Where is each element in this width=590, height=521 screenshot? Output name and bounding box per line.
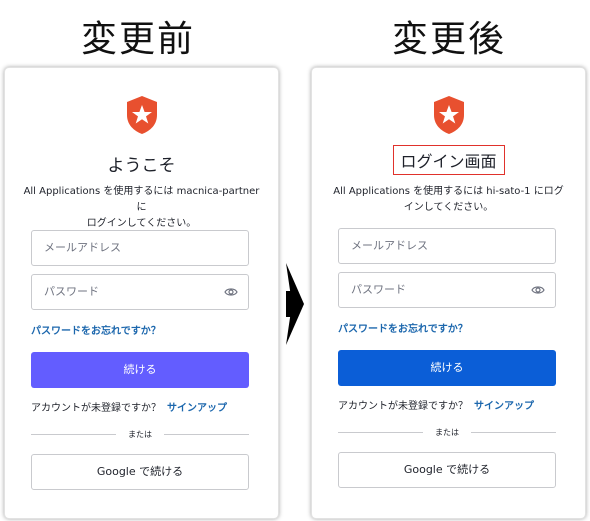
email-field[interactable]: メールアドレス <box>31 230 249 266</box>
heading-after: 変更後 <box>391 19 506 60</box>
divider-text: または <box>128 429 152 439</box>
divider-text: または <box>435 427 459 437</box>
description-line-1: All Applications を使用するには macnica-partner… <box>23 186 260 213</box>
heading-before: 変更前 <box>80 19 195 60</box>
right-arrow-icon <box>286 263 304 345</box>
divider-line-right <box>164 433 249 435</box>
signup-row: アカウントが未登録ですか？ サインアップ <box>31 399 227 414</box>
email-field[interactable]: メールアドレス <box>338 228 556 264</box>
login-panel-after: ログイン画面 All Applications を使用するには hi-sato-… <box>311 67 586 519</box>
no-account-text: アカウントが未登録ですか？ <box>31 403 161 414</box>
password-field[interactable]: パスワード <box>31 274 249 310</box>
divider-line-left <box>338 431 423 433</box>
divider-line-right <box>471 431 556 433</box>
no-account-text: アカウントが未登録ですか？ <box>338 401 468 412</box>
password-placeholder: パスワード <box>44 285 99 298</box>
divider: または <box>338 425 556 439</box>
password-placeholder: パスワード <box>351 283 406 296</box>
divider-line-left <box>31 433 116 435</box>
forgot-password-link[interactable]: パスワードをお忘れですか？ <box>338 320 468 335</box>
description-line-2: インしてください。 <box>403 202 494 213</box>
login-title: ようこそ <box>107 156 176 176</box>
signup-link[interactable]: サインアップ <box>474 401 534 412</box>
continue-button[interactable]: 続ける <box>31 352 249 388</box>
password-field[interactable]: パスワード <box>338 272 556 308</box>
eye-icon[interactable] <box>224 286 238 298</box>
forgot-password-link[interactable]: パスワードをお忘れですか？ <box>31 322 161 337</box>
auth0-shield-star-icon <box>433 96 464 134</box>
divider: または <box>31 427 249 441</box>
signup-row: アカウントが未登録ですか？ サインアップ <box>338 397 534 412</box>
signup-link[interactable]: サインアップ <box>167 403 227 414</box>
login-description: All Applications を使用するには hi-sato-1 にログ イ… <box>330 184 567 216</box>
eye-icon[interactable] <box>531 284 545 296</box>
description-line-1: All Applications を使用するには hi-sato-1 にログ <box>333 186 564 197</box>
login-description: All Applications を使用するには macnica-partner… <box>23 184 260 232</box>
login-panel-before: ようこそ All Applications を使用するには macnica-pa… <box>4 67 279 519</box>
login-title: ログイン画面 <box>392 145 505 175</box>
google-login-button[interactable]: Google で続ける <box>31 454 249 490</box>
continue-button[interactable]: 続ける <box>338 350 556 386</box>
auth0-shield-star-icon <box>126 96 157 134</box>
google-login-button[interactable]: Google で続ける <box>338 452 556 488</box>
